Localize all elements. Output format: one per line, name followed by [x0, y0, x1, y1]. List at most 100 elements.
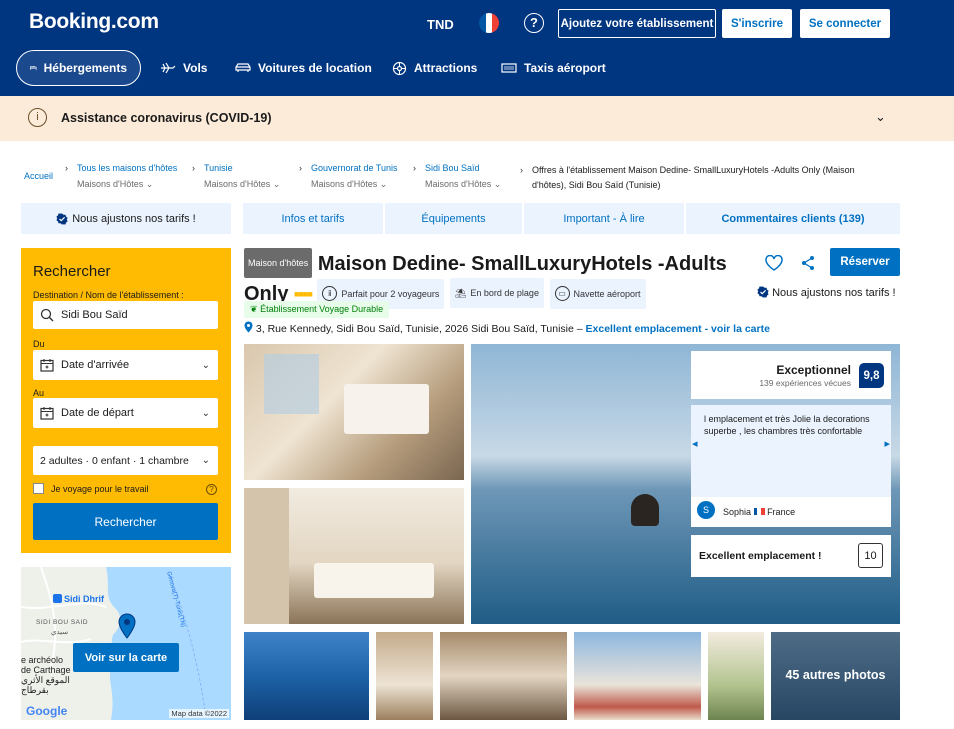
add-property-button[interactable]: Ajoutez votre établissement: [558, 9, 716, 38]
map-label-carthage-line1: e archéolo: [21, 655, 64, 665]
breadcrumb-home[interactable]: Accueil: [24, 171, 53, 181]
photo-thumbnail[interactable]: [440, 632, 567, 720]
nav-stays[interactable]: Hébergements: [16, 50, 141, 86]
reserve-button[interactable]: Réserver: [830, 248, 900, 276]
info-icon: i: [28, 108, 47, 127]
heart-icon[interactable]: [765, 254, 783, 276]
review-author-country: France: [767, 507, 796, 517]
sustainable-travel-text: Établissement Voyage Durable: [260, 304, 384, 314]
checkout-date-field[interactable]: Date de départ ⌄: [33, 398, 218, 428]
breadcrumb-item[interactable]: › Tous les maisons d'hôtes Maisons d'Hôt…: [65, 163, 177, 190]
booking-logo[interactable]: Booking.com: [29, 10, 159, 34]
avatar: S: [697, 501, 715, 519]
tab-facilities[interactable]: Équipements: [385, 203, 522, 234]
couple-icon: ⅱ: [322, 286, 338, 301]
work-travel-checkbox[interactable]: [33, 483, 44, 494]
nav-attractions[interactable]: Attractions: [392, 50, 477, 86]
photo-thumbnail[interactable]: [574, 632, 701, 720]
beach-icon: ⛱: [454, 288, 467, 298]
arch-shape: [244, 488, 289, 624]
guests-selector[interactable]: 2 adultes · 0 enfant · 1 chambre ⌄: [33, 446, 218, 475]
beachfront-chip: ⛱ En bord de plage: [449, 278, 544, 308]
view-map-link[interactable]: Excellent emplacement - voir la carte: [586, 323, 770, 335]
map-preview[interactable]: Sidi Dhrif SIDI BOU SAID سيدي Génova(T)-…: [21, 567, 231, 720]
chevron-left-icon[interactable]: ◂: [692, 437, 698, 450]
language-flag-icon[interactable]: [479, 13, 499, 33]
checkout-label: Au: [33, 388, 45, 398]
breadcrumb-item-sub[interactable]: Maisons d'Hôtes: [425, 179, 491, 189]
nav-airport-taxis[interactable]: Taxis aéroport: [501, 50, 606, 86]
photo-bedroom[interactable]: [244, 344, 464, 480]
tab-info-prices[interactable]: Infos et tarifs: [243, 203, 383, 234]
sofa-shape: [314, 563, 434, 598]
price-note-secondary: Nous ajustons nos tarifs !: [757, 286, 896, 299]
review-author-name: Sophia: [723, 507, 752, 517]
breadcrumb-item-label[interactable]: Tous les maisons d'hôtes: [77, 163, 177, 173]
checkin-date-field[interactable]: Date d'arrivée ⌄: [33, 350, 218, 380]
help-icon[interactable]: ?: [206, 484, 217, 495]
breadcrumb-item-label[interactable]: Tunisie: [204, 163, 280, 173]
breadcrumb-item[interactable]: › Tunisie Maisons d'Hôtes ⌄: [192, 163, 280, 190]
nav-car-rental[interactable]: Voitures de location: [235, 50, 372, 86]
more-photos-button[interactable]: 45 autres photos: [771, 632, 900, 720]
google-logo: Google: [26, 704, 68, 718]
sign-in-button[interactable]: Se connecter: [800, 9, 890, 38]
chevron-down-icon: ⌄: [201, 359, 210, 371]
chevron-right-icon[interactable]: ▸: [884, 437, 890, 450]
breadcrumb-item-label[interactable]: Gouvernorat de Tunis: [311, 163, 398, 173]
photo-thumbnail[interactable]: [244, 632, 369, 720]
calendar-icon: [40, 359, 54, 372]
view-map-button[interactable]: Voir sur la carte: [73, 643, 179, 672]
nav-stays-label: Hébergements: [43, 61, 127, 75]
nav-car-rental-label: Voitures de location: [258, 61, 372, 75]
tab-important-info[interactable]: Important - À lire: [524, 203, 684, 234]
beachfront-text: En bord de plage: [470, 288, 539, 298]
car-icon: [235, 63, 251, 72]
breadcrumb-item[interactable]: › Gouvernorat de Tunis Maisons d'Hôtes ⌄: [299, 163, 398, 190]
checkin-date-value: Date d'arrivée: [61, 359, 130, 371]
review-count: 139 expériences vécues: [759, 378, 851, 388]
location-score-badge: 10: [858, 543, 883, 568]
breadcrumb-current: › Offres à l'établissement Maison Dedine…: [520, 163, 877, 193]
register-button[interactable]: S'inscrire: [722, 9, 792, 38]
map-label-sidi-dhrif: Sidi Dhrif: [53, 594, 104, 604]
breadcrumb-item-label[interactable]: Sidi Bou Saïd: [425, 163, 501, 173]
destination-label: Destination / Nom de l'établissement :: [33, 290, 184, 300]
breadcrumb-item-sub[interactable]: Maisons d'Hôtes: [311, 179, 377, 189]
breadcrumb-separator-icon: ›: [413, 163, 416, 173]
currency-selector[interactable]: TND: [427, 17, 454, 32]
leaf-icon: ❦: [250, 304, 258, 314]
work-travel-label: Je voyage pour le travail: [51, 484, 149, 494]
map-label-carthage-line2: de Carthage: [21, 665, 71, 675]
breadcrumb-item[interactable]: › Sidi Bou Saïd Maisons d'Hôtes ⌄: [413, 163, 501, 190]
share-icon[interactable]: [800, 255, 816, 276]
search-button[interactable]: Rechercher: [33, 503, 218, 540]
covid-banner[interactable]: i Assistance coronavirus (COVID-19) ⌄: [0, 96, 954, 141]
bed-shape: [344, 384, 429, 434]
chevron-down-icon[interactable]: ⌄: [875, 109, 886, 125]
review-score-card[interactable]: Exceptionnel 139 expériences vécues 9,8: [691, 351, 891, 399]
map-label-sidi-dhrif-text: Sidi Dhrif: [64, 594, 104, 604]
map-label-carthage-ar2: بقرطاج: [21, 685, 49, 695]
chevron-down-icon: ⌄: [201, 455, 210, 466]
star-rating-icon: ■■■■: [294, 289, 313, 299]
photo-thumbnail[interactable]: [708, 632, 764, 720]
tab-important-info-label: Important - À lire: [563, 212, 645, 225]
destination-input[interactable]: Sidi Bou Saïd: [33, 301, 218, 329]
property-type-badge: Maison d'hôtes: [244, 248, 313, 278]
price-note-banner: Nous ajustons nos tarifs !: [21, 203, 231, 234]
header: Booking.com TND ? Ajoutez votre établiss…: [0, 0, 954, 96]
poi-icon: [53, 594, 62, 603]
breadcrumb-item-sub[interactable]: Maisons d'Hôtes: [204, 179, 270, 189]
location-pin-icon: [244, 321, 253, 333]
search-icon: [40, 308, 54, 322]
breadcrumb-separator-icon: ›: [192, 163, 195, 173]
map-label-carthage: e archéolo de Carthage الموقع الأثري بقر…: [21, 655, 71, 695]
tab-reviews[interactable]: Commentaires clients (139): [686, 203, 900, 234]
help-icon[interactable]: ?: [524, 13, 544, 33]
calendar-icon: [40, 407, 54, 420]
nav-flights[interactable]: Vols: [160, 50, 207, 86]
breadcrumb-item-sub[interactable]: Maisons d'Hôtes: [77, 179, 143, 189]
photo-thumbnail[interactable]: [376, 632, 433, 720]
photo-living-room[interactable]: [244, 488, 464, 624]
